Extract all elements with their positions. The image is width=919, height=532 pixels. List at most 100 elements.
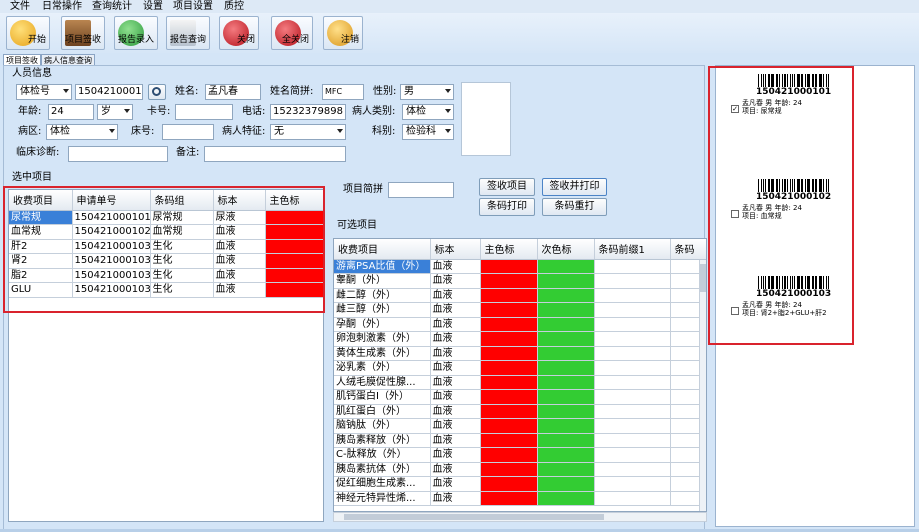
column-header[interactable]: 收费项目 — [334, 239, 431, 260]
table-cell — [594, 418, 671, 434]
vertical-scrollbar[interactable] — [699, 260, 706, 511]
table-row[interactable]: 脑钠肽（外） 血液 — [334, 418, 706, 434]
search-button[interactable] — [148, 84, 166, 100]
column-header[interactable]: 标本 — [430, 239, 481, 260]
table-row[interactable]: 肝2 150421000103 生化 血液 — [9, 239, 323, 254]
table-row[interactable]: 雌二醇（外） 血液 — [334, 288, 706, 303]
menu-settings[interactable]: 设置 — [143, 0, 163, 13]
scrollbar-thumb[interactable] — [700, 264, 706, 292]
menu-item-settings[interactable]: 项目设置 — [173, 0, 213, 13]
table-cell — [594, 288, 671, 303]
table-row[interactable]: 游离PSA比值（外） 血液 — [334, 259, 706, 274]
short-code-field[interactable] — [388, 182, 454, 198]
table-cell: 血液 — [430, 360, 481, 376]
column-header[interactable]: 主色标 — [480, 239, 538, 260]
table-row[interactable]: 胰岛素抗体（外） 血液 — [334, 462, 706, 477]
id-type-select[interactable]: 体检号 — [16, 84, 72, 100]
menu-query-stats[interactable]: 查询统计 — [92, 0, 132, 13]
table-row[interactable]: 胰岛素释放（外） 血液 — [334, 433, 706, 448]
close-button[interactable]: 关闭 — [219, 16, 259, 50]
barcode-print-button[interactable]: 条码打印 — [479, 198, 535, 216]
logout-button[interactable]: 注销 — [323, 16, 363, 50]
table-row[interactable]: 肾2 150421000103 生化 血液 — [9, 253, 323, 269]
diagnosis-field[interactable] — [68, 146, 168, 162]
age-unit-select[interactable]: 岁 — [97, 104, 133, 120]
barcode-reprint-button[interactable]: 条码重打 — [542, 198, 607, 216]
start-button[interactable]: 开始 — [6, 16, 50, 50]
selected-items-grid[interactable]: 收费项目 申请单号 条码组 标本 主色标 尿常规 150421000101 尿常规尿… — [8, 189, 324, 522]
age-field[interactable]: 24 — [48, 104, 94, 120]
table-row[interactable]: GLU 150421000103 生化 血液 — [9, 282, 323, 298]
column-header[interactable]: 条码前缀1 — [594, 239, 671, 260]
sign-items-button[interactable]: 签收项目 — [479, 178, 535, 196]
table-row[interactable]: 神经元特异性烯... 血液 — [334, 491, 706, 506]
short-code-label: 项目简拼 — [343, 184, 383, 195]
menu-file[interactable]: 文件 — [10, 0, 30, 13]
pinyin-field[interactable]: MFC — [322, 84, 364, 100]
label-checkbox[interactable]: ✓ — [731, 105, 739, 113]
column-header[interactable]: 标本 — [213, 190, 266, 211]
gender-select[interactable]: 男 — [400, 84, 454, 100]
table-cell — [537, 360, 595, 376]
table-cell — [265, 268, 323, 283]
report-entry-button[interactable]: 报告录入 — [114, 16, 158, 50]
column-header[interactable]: 条码 — [670, 239, 706, 260]
barcode-number: 150421000102 — [756, 192, 832, 202]
card-field[interactable] — [175, 104, 233, 120]
exam-number-field[interactable]: 1504210001 — [75, 84, 143, 100]
table-cell: 神经元特异性烯... — [334, 491, 431, 506]
table-row[interactable]: 血常规 150421000102 血常规 血液 — [9, 224, 323, 240]
table-cell: 孕酮（外） — [334, 317, 431, 332]
table-cell: 血液 — [430, 331, 481, 347]
label-checkbox[interactable] — [731, 307, 739, 315]
patient-type-label: 病人类别: — [352, 106, 396, 117]
column-header[interactable]: 收费项目 — [9, 190, 73, 211]
table-cell — [265, 253, 323, 269]
feature-select[interactable]: 无 — [270, 124, 346, 140]
phone-field[interactable]: 15232379898 — [270, 104, 346, 120]
table-cell: C-肽释放（外） — [334, 447, 431, 463]
table-cell — [537, 404, 595, 419]
table-row[interactable]: 孕酮（外） 血液 — [334, 317, 706, 332]
table-cell: 泌乳素（外） — [334, 360, 431, 376]
menu-qc[interactable]: 质控 — [224, 0, 244, 13]
table-row[interactable]: 人绒毛膜促性腺... 血液 — [334, 375, 706, 390]
label-patient-line: 孟凡春 男 年龄: 24 — [742, 204, 802, 212]
column-header[interactable]: 主色标 — [265, 190, 323, 211]
available-items-grid[interactable]: 收费项目 标本 主色标 次色标 条码前缀1 条码 游离PSA比值（外） 血液 睾酮（… — [333, 238, 707, 512]
table-cell — [537, 418, 595, 434]
item-sign-button[interactable]: 项目签收 — [61, 16, 105, 50]
table-row[interactable]: 促红细胞生成素... 血液 — [334, 476, 706, 492]
name-field[interactable]: 孟凡春 — [205, 84, 261, 100]
report-query-button[interactable]: 报告查询 — [166, 16, 210, 50]
ward-select[interactable]: 体检 — [46, 124, 118, 140]
scrollbar-thumb[interactable] — [344, 514, 604, 520]
dept-select[interactable]: 检验科 — [402, 124, 454, 140]
table-row[interactable]: C-肽释放（外） 血液 — [334, 447, 706, 463]
close-all-button[interactable]: 全关闭 — [271, 16, 313, 50]
table-row[interactable]: 泌乳素（外） 血液 — [334, 360, 706, 376]
table-row[interactable]: 脂2 150421000103 生化 血液 — [9, 268, 323, 283]
column-header[interactable]: 条码组 — [150, 190, 214, 211]
bed-field[interactable] — [162, 124, 214, 140]
table-row[interactable]: 肌钙蛋白I（外） 血液 — [334, 389, 706, 405]
table-cell — [480, 389, 538, 405]
table-row[interactable]: 雌三醇（外） 血液 — [334, 302, 706, 318]
selected-items-title: 选中项目 — [12, 172, 52, 183]
sign-and-print-button[interactable]: 签收并打印 — [542, 178, 607, 196]
table-row[interactable]: 尿常规 150421000101 尿常规 尿液 — [9, 210, 323, 225]
table-row[interactable]: 黄体生成素（外） 血液 — [334, 346, 706, 361]
remark-field[interactable] — [204, 146, 346, 162]
patient-type-select[interactable]: 体检 — [402, 104, 454, 120]
column-header[interactable]: 申请单号 — [72, 190, 151, 211]
chevron-down-icon — [445, 129, 451, 133]
horizontal-scrollbar[interactable] — [333, 512, 707, 522]
label-checkbox[interactable] — [731, 210, 739, 218]
column-header[interactable]: 次色标 — [537, 239, 595, 260]
table-cell: 150421000102 — [72, 224, 151, 240]
table-row[interactable]: 睾酮（外） 血液 — [334, 273, 706, 289]
table-row[interactable]: 肌红蛋白（外） 血液 — [334, 404, 706, 419]
table-cell: 血液 — [430, 317, 481, 332]
menu-daily-ops[interactable]: 日常操作 — [42, 0, 82, 13]
table-row[interactable]: 卵泡刺激素（外） 血液 — [334, 331, 706, 347]
